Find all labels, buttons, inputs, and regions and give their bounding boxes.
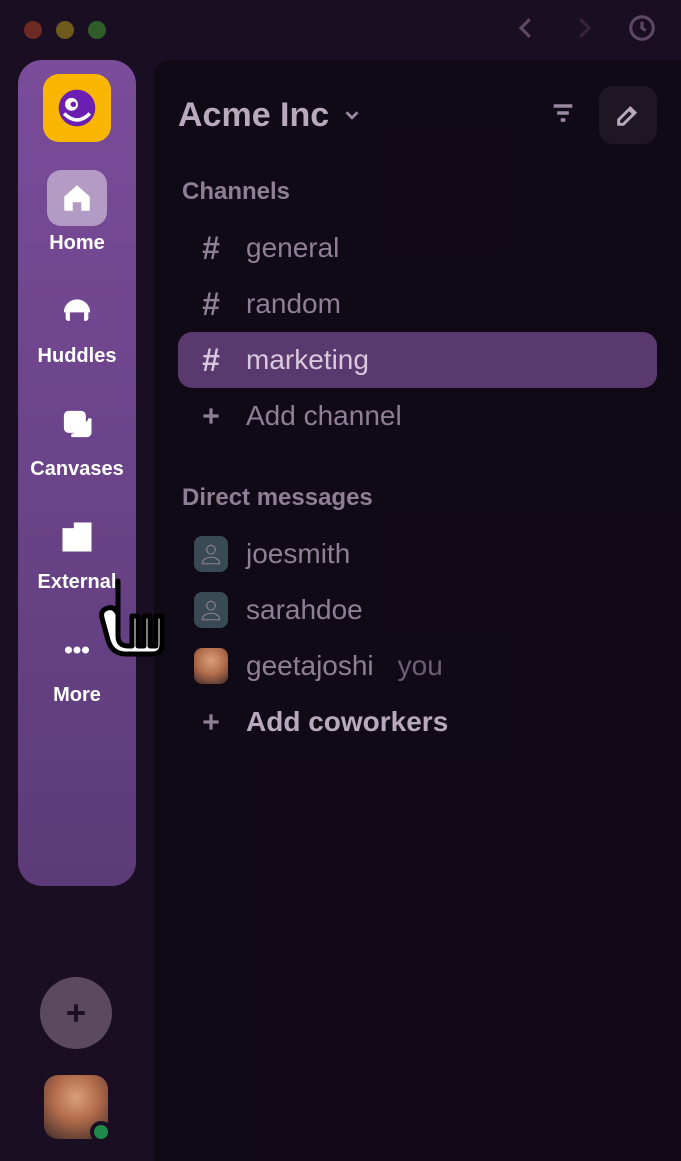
plus-icon xyxy=(198,403,224,429)
rail-item-label: Canvases xyxy=(30,458,123,481)
channel-name: random xyxy=(246,288,341,320)
sidebar-panel: Acme Inc Channels # general # xyxy=(154,60,681,1161)
rail-item-home[interactable]: Home xyxy=(47,170,107,255)
add-coworkers-button[interactable]: Add coworkers xyxy=(178,694,657,750)
rail-item-label: Huddles xyxy=(38,345,117,368)
rail-item-canvases[interactable]: Canvases xyxy=(30,396,123,481)
workspace-logo[interactable] xyxy=(43,74,111,142)
dm-name: joesmith xyxy=(246,538,350,570)
channel-item[interactable]: # marketing xyxy=(178,332,657,388)
window-titlebar xyxy=(0,0,681,60)
channel-item[interactable]: # general xyxy=(178,220,657,276)
hash-icon: # xyxy=(202,232,220,264)
dm-item[interactable]: sarahdoe xyxy=(178,582,657,638)
avatar-icon xyxy=(194,536,228,572)
rail-item-huddles[interactable]: Huddles xyxy=(38,283,117,368)
add-coworkers-label: Add coworkers xyxy=(246,706,448,738)
rail-item-label: External xyxy=(38,571,117,594)
rail-item-external[interactable]: External xyxy=(38,509,117,594)
dm-item[interactable]: joesmith xyxy=(178,526,657,582)
filter-icon[interactable] xyxy=(549,99,577,132)
you-badge: you xyxy=(398,650,443,682)
dm-name: geetajoshi xyxy=(246,650,374,682)
chevron-down-icon xyxy=(341,104,363,126)
compose-button[interactable] xyxy=(599,86,657,144)
rail-item-label: Home xyxy=(49,232,105,255)
workspace-switcher[interactable]: Acme Inc xyxy=(178,96,363,135)
channel-name: general xyxy=(246,232,339,264)
channel-name: marketing xyxy=(246,344,369,376)
avatar-icon xyxy=(194,648,228,684)
hash-icon: # xyxy=(202,288,220,320)
section-header-dms[interactable]: Direct messages xyxy=(182,484,657,512)
zoom-window-icon[interactable] xyxy=(88,21,106,39)
presence-active-icon xyxy=(90,1121,112,1143)
close-window-icon[interactable] xyxy=(24,21,42,39)
back-icon[interactable] xyxy=(511,13,541,48)
nav-rail: Home Huddles Canvases External More xyxy=(18,60,136,886)
hash-icon: # xyxy=(202,344,220,376)
dm-name: sarahdoe xyxy=(246,594,363,626)
add-channel-button[interactable]: Add channel xyxy=(178,388,657,444)
dm-item[interactable]: geetajoshi you xyxy=(178,638,657,694)
avatar-icon xyxy=(194,592,228,628)
workspace-name: Acme Inc xyxy=(178,96,329,135)
create-new-button[interactable] xyxy=(40,977,112,1049)
add-channel-label: Add channel xyxy=(246,400,402,432)
section-header-channels[interactable]: Channels xyxy=(182,178,657,206)
history-controls xyxy=(511,13,657,48)
user-avatar-button[interactable] xyxy=(44,1075,108,1139)
minimize-window-icon[interactable] xyxy=(56,21,74,39)
traffic-lights xyxy=(24,21,106,39)
rail-item-label: More xyxy=(53,684,101,707)
forward-icon[interactable] xyxy=(569,13,599,48)
rail-item-more[interactable]: More xyxy=(47,622,107,707)
channel-item[interactable]: # random xyxy=(178,276,657,332)
history-icon[interactable] xyxy=(627,13,657,48)
plus-icon xyxy=(198,709,224,735)
